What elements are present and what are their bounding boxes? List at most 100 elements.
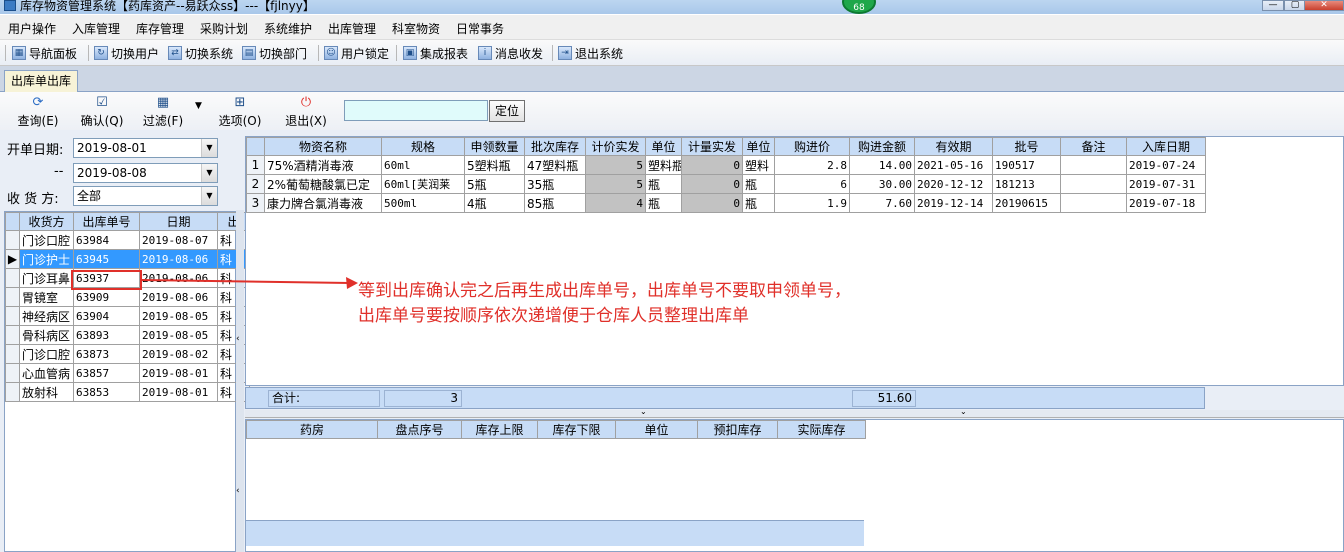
menu-item-purchase[interactable]: 采购计划 <box>200 20 248 37</box>
col-purchase-amount[interactable]: 购进金额 <box>849 137 915 156</box>
col-unit-2[interactable]: 单位 <box>742 137 775 156</box>
horizontal-splitter[interactable]: ⌄ ⌄ <box>245 407 1344 418</box>
chevron-down-icon[interactable]: ⌄ <box>640 407 647 416</box>
nav-panel-button[interactable]: ▦ 导航面板 <box>12 44 77 62</box>
menu-item-system[interactable]: 系统维护 <box>264 20 312 37</box>
exit-button[interactable]: ⏻ 退出(X) <box>276 96 336 129</box>
col-stock-max[interactable]: 库存上限 <box>461 420 538 439</box>
col-purchase-price[interactable]: 购进价 <box>774 137 850 156</box>
col-pharmacy[interactable]: 药房 <box>246 420 378 439</box>
filter-button[interactable]: ▦ 过滤(F) <box>133 96 193 129</box>
toolbar: ▦ 导航面板 ↻ 切换用户 ⇄ 切换系统 ▤ 切换部门 ☺ 用户锁定 ▣ 集成报表 i 消息收… <box>0 40 1344 66</box>
table-row[interactable]: 3 康力牌合氯消毒液 500ml 4瓶 85瓶 4 瓶 0 瓶 1.9 7.60… <box>246 193 1206 213</box>
col-reserved-stock[interactable]: 预扣库存 <box>697 420 778 439</box>
power-icon: ⏻ <box>300 95 312 110</box>
col-batch-no[interactable]: 批号 <box>992 137 1061 156</box>
col-remark[interactable]: 备注 <box>1060 137 1127 156</box>
switch-dept-button[interactable]: ▤ 切换部门 <box>242 44 307 62</box>
chevron-down-icon[interactable]: ⌄ <box>960 407 967 416</box>
col-batch-stock[interactable]: 批次库存 <box>524 137 586 156</box>
confirm-button[interactable]: ☑ 确认(Q) <box>72 96 132 129</box>
menu-item-user[interactable]: 用户操作 <box>8 20 56 37</box>
summary-label: 合计: <box>268 390 380 407</box>
col-date[interactable]: 日期 <box>139 212 218 231</box>
minimize-button[interactable]: — <box>1262 0 1284 11</box>
filter-dropdown-arrow-icon[interactable]: ▼ <box>195 101 202 111</box>
col-order-no[interactable]: 出库单号 <box>73 212 140 231</box>
collapse-left-icon[interactable]: ‹ <box>236 334 240 344</box>
table-row[interactable]: 2 2%葡萄糖酸氯已定 60ml[芙润莱 5瓶 35瓶 5 瓶 0 瓶 6 30… <box>246 174 1206 194</box>
vertical-splitter[interactable]: ‹ ‹ <box>236 210 244 552</box>
exit-system-button[interactable]: ⇥ 退出系统 <box>558 44 623 62</box>
stock-table: 药房 盘点序号 库存上限 库存下限 单位 预扣库存 实际库存 <box>246 420 866 439</box>
receiver-combo[interactable]: 全部 ▼ <box>73 186 218 206</box>
chevron-down-icon[interactable]: ▼ <box>201 164 217 182</box>
table-row-selected[interactable]: ▶ 门诊护士 63945 2019-08-06 科 <box>5 249 250 269</box>
col-count-seq[interactable]: 盘点序号 <box>377 420 462 439</box>
options-button[interactable]: ⊞ 选项(O) <box>210 96 270 129</box>
col-requested-qty[interactable]: 申领数量 <box>464 137 525 156</box>
tab-strip: 出库单出库 <box>0 66 1344 92</box>
table-row[interactable]: 放射科 63853 2019-08-01 科 <box>5 382 250 402</box>
col-actual-stock[interactable]: 实际库存 <box>777 420 866 439</box>
user-lock-button[interactable]: ☺ 用户锁定 <box>324 44 389 62</box>
summary-count: 3 <box>384 390 462 407</box>
table-row[interactable]: 神经病区 63904 2019-08-05 科 <box>5 306 250 326</box>
info-icon: i <box>478 46 492 60</box>
col-expiry[interactable]: 有效期 <box>914 137 993 156</box>
stock-grid: 药房 盘点序号 库存上限 库存下限 单位 预扣库存 实际库存 <box>245 419 1344 552</box>
query-button[interactable]: ⟳ 查询(E) <box>8 96 68 129</box>
col-measured-issued[interactable]: 计量实发 <box>681 137 743 156</box>
end-date-combo[interactable]: 2019-08-08 ▼ <box>73 163 218 183</box>
menu-item-daily[interactable]: 日常事务 <box>456 20 504 37</box>
title-bar: 库存物资管理系统【药库资产--易跃众ss】---【fjlnyy】 <box>0 0 1344 14</box>
table-row[interactable]: 1 75%酒精消毒液 60ml 5塑料瓶 47塑料瓶 5 塑料瓶 0 塑料 2.… <box>246 155 1206 175</box>
col-unit[interactable]: 单位 <box>615 420 698 439</box>
detail-table: 物资名称 规格 申领数量 批次库存 计价实发 单位 计量实发 单位 购进价 购进… <box>246 137 1206 213</box>
locate-button[interactable]: 定位 <box>489 100 525 122</box>
menu-item-dept-supplies[interactable]: 科室物资 <box>392 20 440 37</box>
app-icon <box>4 0 16 11</box>
annotation-arrow <box>141 277 358 289</box>
menu-item-outbound[interactable]: 出库管理 <box>328 20 376 37</box>
annotation-line-1: 等到出库确认完之后再生成出库单号，出库单号不要取申领单号， <box>358 281 851 301</box>
table-row[interactable]: 骨科病区 63893 2019-08-05 科 <box>5 325 250 345</box>
col-stock-min[interactable]: 库存下限 <box>537 420 616 439</box>
collapse-left-icon[interactable]: ‹ <box>236 486 240 496</box>
col-inbound-date[interactable]: 入库日期 <box>1126 137 1206 156</box>
highlight-box <box>71 270 142 290</box>
table-row[interactable]: 门诊口腔 63873 2019-08-02 科 <box>5 344 250 364</box>
annotation-line-2: 出库单号要按顺序依次递增便于仓库人员整理出库单 <box>358 306 749 326</box>
outbound-order-list: 收货方 出库单号 日期 出 门诊口腔 63984 2019-08-07 科 ▶ 门诊护士… <box>4 211 250 552</box>
switch-system-icon: ⇄ <box>168 46 182 60</box>
summary-bar: 合计: 3 51.60 <box>245 387 1205 409</box>
col-material-name[interactable]: 物资名称 <box>264 137 382 156</box>
switch-system-button[interactable]: ⇄ 切换系统 <box>168 44 233 62</box>
close-button[interactable]: ✕ <box>1304 0 1344 11</box>
messages-button[interactable]: i 消息收发 <box>478 44 543 62</box>
col-priced-issued[interactable]: 计价实发 <box>585 137 646 156</box>
col-spec[interactable]: 规格 <box>381 137 465 156</box>
table-row[interactable]: 心血管病 63857 2019-08-01 科 <box>5 363 250 383</box>
menu-item-inventory[interactable]: 库存管理 <box>136 20 184 37</box>
table-row[interactable]: 门诊口腔 63984 2019-08-07 科 <box>5 230 250 250</box>
switch-user-button[interactable]: ↻ 切换用户 <box>94 44 159 62</box>
annotation-text: 等到出库确认完之后再生成出库单号，出库单号不要取申领单号， 出库单号要按顺序依次… <box>358 279 851 329</box>
tab-outbound-order[interactable]: 出库单出库 <box>4 70 78 92</box>
summary-amount: 51.60 <box>852 390 916 407</box>
locate-input[interactable] <box>344 100 488 121</box>
refresh-icon: ⟳ <box>32 95 44 110</box>
chevron-down-icon[interactable]: ▼ <box>201 139 217 157</box>
reports-button[interactable]: ▣ 集成报表 <box>403 44 468 62</box>
col-unit[interactable]: 单位 <box>645 137 682 156</box>
report-icon: ▣ <box>403 46 417 60</box>
menu-item-inbound[interactable]: 入库管理 <box>72 20 120 37</box>
col-receiver[interactable]: 收货方 <box>19 212 74 231</box>
menu-bar: 用户操作 入库管理 库存管理 采购计划 系统维护 出库管理 科室物资 日常事务 <box>0 15 1344 40</box>
checkbox-icon: ☑ <box>96 95 108 110</box>
maximize-button[interactable]: ▢ <box>1284 0 1306 11</box>
row-pointer-icon: ▶ <box>5 249 20 269</box>
chevron-down-icon[interactable]: ▼ <box>201 187 217 205</box>
filter-icon: ▦ <box>156 95 170 110</box>
start-date-combo[interactable]: 2019-08-01 ▼ <box>73 138 218 158</box>
